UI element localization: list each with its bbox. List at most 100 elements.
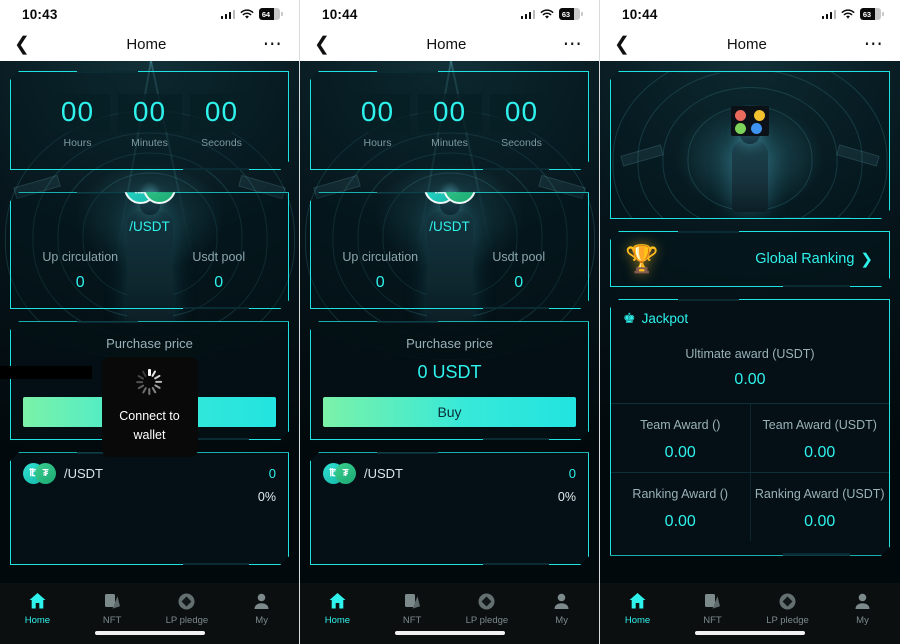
token-pair-label: /USDT bbox=[429, 219, 470, 235]
tab-home[interactable]: Home bbox=[300, 590, 375, 626]
buy-button[interactable]: Buy bbox=[323, 397, 576, 427]
person-icon bbox=[524, 590, 599, 612]
award-label: Team Award (USDT) bbox=[762, 418, 877, 432]
three-panel-screenshot: 10:43 64 ❮ Home ⋯ 00 Hours 00 Minutes 00… bbox=[0, 0, 900, 644]
countdown-value: 00 bbox=[490, 94, 554, 132]
stat-up-circulation: Up circulation 0 bbox=[11, 250, 150, 292]
jackpot-header: ♚ Jackpot bbox=[611, 310, 889, 335]
logo-coin-b-icon: ₮ bbox=[143, 171, 176, 204]
battery-icon: 63 bbox=[559, 8, 583, 20]
list-item[interactable]: ℔ ₮ /USDT 0 bbox=[23, 463, 276, 484]
cards-icon bbox=[375, 590, 450, 612]
chevron-left-icon[interactable]: ❮ bbox=[314, 35, 330, 54]
stat-label: Up circulation bbox=[42, 250, 119, 265]
status-time: 10:44 bbox=[622, 6, 658, 22]
tab-nft[interactable]: NFT bbox=[675, 590, 750, 626]
redaction-bar bbox=[0, 366, 92, 379]
list-item[interactable]: ℔ ₮ /USDT 0 bbox=[323, 463, 576, 484]
tab-lp-pledge[interactable]: LP pledge bbox=[750, 590, 825, 626]
chevron-left-icon[interactable]: ❮ bbox=[614, 35, 630, 54]
scroll-content: 00 Hours 00 Minutes 00 Seconds ℔ ₮ /USDT… bbox=[0, 61, 299, 565]
battery-icon: 64 bbox=[259, 8, 283, 20]
tab-nft[interactable]: NFT bbox=[375, 590, 450, 626]
person-icon bbox=[224, 590, 299, 612]
toast-message: Connect to wallet bbox=[119, 409, 180, 442]
tab-home[interactable]: Home bbox=[600, 590, 675, 626]
diamond-icon bbox=[450, 590, 525, 612]
tab-lp-pledge[interactable]: LP pledge bbox=[150, 590, 225, 626]
nav-bar: ❮ Home ⋯ bbox=[0, 28, 299, 61]
app-body: 00 Hours 00 Minutes 00 Seconds ℔ ₮ /USDT… bbox=[300, 61, 599, 644]
global-ranking-link[interactable]: Global Ranking ❯ bbox=[755, 250, 873, 268]
award-cell: Team Award () 0.00 bbox=[611, 404, 750, 472]
stat-value: 0 bbox=[375, 274, 385, 292]
countdown-unit: 00 Minutes bbox=[118, 94, 182, 149]
award-value: 0.00 bbox=[664, 443, 696, 461]
page-title: Home bbox=[126, 36, 167, 53]
stat-usdt-pool: Usdt pool 0 bbox=[450, 250, 589, 292]
tab-nft[interactable]: NFT bbox=[75, 590, 150, 626]
award-cell: Team Award (USDT) 0.00 bbox=[750, 404, 890, 472]
connect-wallet-toast: Connect to wallet bbox=[101, 357, 198, 457]
tab-my[interactable]: My bbox=[825, 590, 900, 626]
tab-label: My bbox=[555, 615, 568, 626]
tab-label: My bbox=[255, 615, 268, 626]
token-list-card: ℔ ₮ /USDT 0 0% bbox=[310, 452, 589, 565]
ultimate-award-label: Ultimate award (USDT) bbox=[685, 347, 815, 361]
more-options-icon[interactable]: ⋯ bbox=[864, 34, 884, 54]
more-options-icon[interactable]: ⋯ bbox=[563, 34, 583, 54]
trophy-icon: 🏆 bbox=[625, 243, 659, 274]
diamond-icon bbox=[750, 590, 825, 612]
tab-home[interactable]: Home bbox=[0, 590, 75, 626]
hero-banner[interactable] bbox=[610, 71, 890, 219]
cards-icon bbox=[75, 590, 150, 612]
countdown-label: Seconds bbox=[201, 137, 242, 150]
token-pool-card: ℔ ₮ /USDT Up circulation 0 Usdt pool 0 bbox=[10, 192, 289, 309]
award-cell: Ranking Award () 0.00 bbox=[611, 473, 750, 541]
countdown-card: 00 Hours 00 Minutes 00 Seconds bbox=[310, 71, 589, 170]
phone-screen-3: 10:44 63 ❮ Home ⋯ 🏆 Global Ranking ❯ ♚ J… bbox=[600, 0, 900, 644]
ultimate-award-value: 0.00 bbox=[734, 371, 766, 388]
ultimate-award: Ultimate award (USDT) 0.00 bbox=[611, 335, 889, 404]
page-title: Home bbox=[726, 36, 767, 53]
award-value: 0.00 bbox=[664, 512, 696, 530]
person-icon bbox=[825, 590, 900, 612]
purchase-card: Purchase price 0 USDT Buy bbox=[310, 321, 589, 440]
tab-label: Home bbox=[24, 615, 51, 626]
tab-label: NFT bbox=[703, 615, 722, 626]
token-list-card: ℔ ₮ /USDT 0 0% bbox=[10, 452, 289, 565]
list-pair-label: /USDT bbox=[64, 466, 103, 482]
award-value: 0.00 bbox=[804, 512, 836, 530]
home-icon bbox=[0, 590, 75, 612]
award-label: Team Award () bbox=[640, 418, 721, 432]
countdown-label: Seconds bbox=[501, 137, 542, 150]
tab-my[interactable]: My bbox=[524, 590, 599, 626]
battery-level: 63 bbox=[862, 9, 871, 19]
page-title: Home bbox=[426, 36, 467, 53]
tab-label: NFT bbox=[102, 615, 122, 626]
purchase-price-label: Purchase price bbox=[406, 336, 493, 352]
countdown-value: 00 bbox=[46, 94, 110, 132]
tab-label: LP pledge bbox=[165, 615, 209, 626]
tab-lp-pledge[interactable]: LP pledge bbox=[450, 590, 525, 626]
signal-bars-icon bbox=[220, 9, 236, 19]
tab-my[interactable]: My bbox=[224, 590, 299, 626]
purchase-price-value: 0 USDT bbox=[417, 362, 482, 383]
wifi-icon bbox=[240, 8, 254, 20]
loading-spinner-icon bbox=[136, 369, 163, 395]
award-label: Ranking Award () bbox=[632, 486, 729, 501]
logo-coin-b-icon: ₮ bbox=[35, 463, 56, 484]
purchase-price-label: Purchase price bbox=[106, 336, 193, 352]
award-label: Ranking Award (USDT) bbox=[754, 486, 885, 501]
phone-screen-1: 10:43 64 ❮ Home ⋯ 00 Hours 00 Minutes 00… bbox=[0, 0, 300, 644]
signal-bars-icon bbox=[821, 9, 837, 19]
token-logo-pair: ℔ ₮ bbox=[424, 171, 476, 204]
global-ranking-banner[interactable]: 🏆 Global Ranking ❯ bbox=[610, 231, 890, 287]
scroll-content: 🏆 Global Ranking ❯ ♚ Jackpot Ultimate aw… bbox=[600, 61, 900, 556]
home-indicator bbox=[695, 630, 805, 635]
countdown-value: 00 bbox=[118, 94, 182, 132]
list-percent: 0% bbox=[557, 490, 576, 505]
chevron-left-icon[interactable]: ❮ bbox=[14, 35, 30, 54]
more-options-icon[interactable]: ⋯ bbox=[263, 34, 283, 54]
nav-bar: ❮ Home ⋯ bbox=[300, 28, 599, 61]
